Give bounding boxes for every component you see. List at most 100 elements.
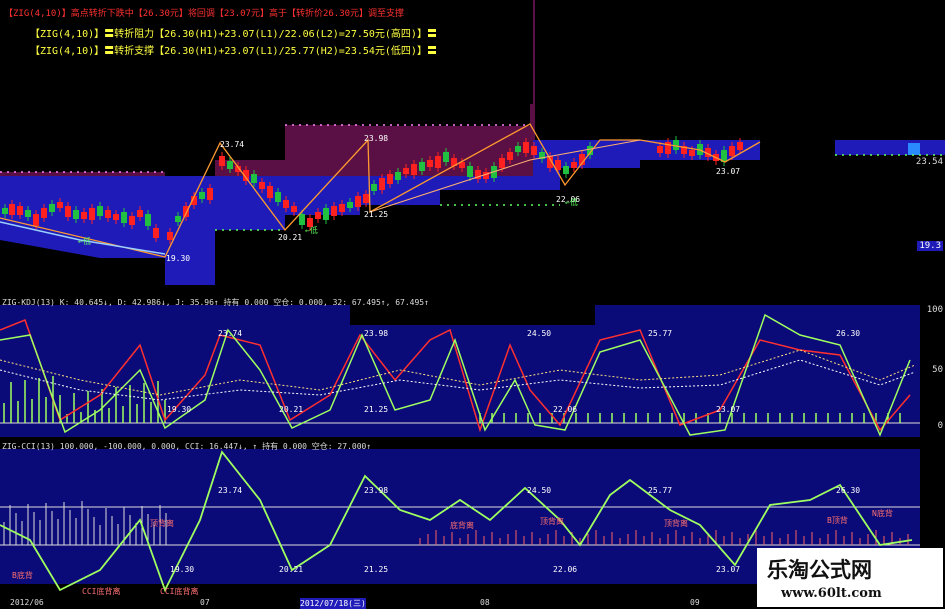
candle-body xyxy=(689,150,695,156)
support-header: 【ZIG(4,10)】〓转折支撑【26.30(H1)+23.07(L1)/25.… xyxy=(30,46,437,57)
cci-label: 20.21 xyxy=(279,565,304,574)
candle-body xyxy=(571,162,577,168)
cci-note: N底背 xyxy=(872,509,893,518)
candle-body xyxy=(73,210,79,219)
candle-body xyxy=(523,142,529,153)
kdj-label: 23.07 xyxy=(716,405,741,414)
cci-label: 26.30 xyxy=(836,486,861,495)
candle-body xyxy=(17,206,23,215)
candle-body xyxy=(49,204,55,212)
kdj-info: ZIG-KDJ(13) K: 40.645↓, D: 42.986↓, J: 3… xyxy=(2,298,429,307)
cci-label: 23.98 xyxy=(364,486,389,495)
axis-label: 50 xyxy=(932,365,943,375)
cci-note: 顶背离 xyxy=(664,519,688,528)
price-label: 23.74 xyxy=(220,140,245,149)
candle-body xyxy=(507,152,513,160)
price-label: 20.21 xyxy=(278,233,303,242)
cci-label: 22.06 xyxy=(553,565,578,574)
cci-label: 24.50 xyxy=(527,486,552,495)
low-marker: ←低 xyxy=(305,226,318,235)
watermark-url: www.60lt.com xyxy=(781,586,882,601)
candle-body xyxy=(121,212,127,223)
candle-body xyxy=(387,174,393,184)
kdj-label: 24.50 xyxy=(527,329,552,338)
axis-label: 23.54 xyxy=(915,157,943,167)
kdj-label: 23.74 xyxy=(218,329,243,338)
candle-body xyxy=(105,210,111,218)
watermark: 乐淘公式网 www.60lt.com xyxy=(757,548,943,607)
kdj-label: 26.30 xyxy=(836,329,861,338)
candle-body xyxy=(729,146,735,156)
watermark-title: 乐淘公式网 xyxy=(767,557,872,582)
candle-body xyxy=(403,168,409,174)
low-marker: ←低 xyxy=(565,198,578,207)
kdj-label: 19.30 xyxy=(167,405,192,414)
candle-body xyxy=(167,232,173,240)
kdj-label: 22.06 xyxy=(553,405,578,414)
candle-body xyxy=(657,146,663,153)
price-label: 23.98 xyxy=(364,134,389,143)
candle-body xyxy=(737,142,743,150)
candle-body xyxy=(515,146,521,152)
candle-body xyxy=(89,208,95,220)
candle-body xyxy=(113,214,119,220)
candle-body xyxy=(199,192,205,199)
kdj-label: 25.77 xyxy=(648,329,673,338)
candle-body xyxy=(467,166,473,177)
cci-note: B顶背 xyxy=(827,516,848,525)
date-label: 2012/06 xyxy=(10,598,44,607)
candle-body xyxy=(129,216,135,225)
candle-body xyxy=(57,202,63,208)
candle-body xyxy=(283,200,289,208)
axis-label: 19.3 xyxy=(917,241,943,251)
candle-body xyxy=(291,206,297,212)
candle-body xyxy=(419,162,425,171)
price-label: 21.25 xyxy=(364,210,389,219)
cci-label: 23.74 xyxy=(218,486,243,495)
mask-area-top xyxy=(535,0,945,140)
low-marker: ←低 xyxy=(78,237,91,246)
kdj-label: 23.98 xyxy=(364,329,389,338)
cci-label: 19.30 xyxy=(170,565,195,574)
candle-body xyxy=(153,228,159,238)
cci-note: CCI底背离 xyxy=(160,587,199,596)
cci-note: B底背 xyxy=(12,571,33,580)
candle-body xyxy=(371,184,377,191)
signal-header: 【ZIG(4,10)】高点转折下跌中【26.30元】将回调【23.07元】高于【… xyxy=(4,9,405,19)
candle-body xyxy=(137,210,143,217)
resistance-header: 【ZIG(4,10)】〓转折阻力【26.30(H1)+23.07(L1)/22.… xyxy=(30,29,437,40)
candle-body xyxy=(323,208,329,220)
kdj-label: 20.21 xyxy=(279,405,304,414)
candle-body xyxy=(275,192,281,202)
candle-body xyxy=(395,172,401,180)
cci-label: 21.25 xyxy=(364,565,389,574)
candle-body xyxy=(227,161,233,169)
candle-body xyxy=(435,156,441,168)
cci-note: 顶背离 xyxy=(150,519,174,528)
candle-body xyxy=(65,206,71,217)
candle-body xyxy=(251,174,257,183)
candle-body xyxy=(339,204,345,212)
candle-body xyxy=(81,212,87,219)
candle-body xyxy=(207,188,213,200)
candle-body xyxy=(175,216,181,222)
candle-body xyxy=(411,164,417,175)
candle-body xyxy=(145,214,151,226)
candle-body xyxy=(331,206,337,216)
candle-body xyxy=(259,182,265,189)
candle-body xyxy=(315,212,321,219)
candle-body xyxy=(499,158,505,168)
date-label: 07 xyxy=(200,598,210,607)
axis-label: 100 xyxy=(926,305,943,315)
candle-body xyxy=(219,156,225,166)
candle-body xyxy=(563,166,569,174)
cci-info: ZIG-CCI(13) 100.000, -100.000, 0.000, CC… xyxy=(2,442,372,451)
candle-body xyxy=(299,214,305,225)
scroll-marker xyxy=(908,143,920,155)
candle-body xyxy=(97,206,103,216)
candle-body xyxy=(379,178,385,190)
candle-body xyxy=(41,208,47,218)
price-label: 23.07 xyxy=(716,167,741,176)
candle-body xyxy=(347,202,353,208)
date-label: 09 xyxy=(690,598,700,607)
